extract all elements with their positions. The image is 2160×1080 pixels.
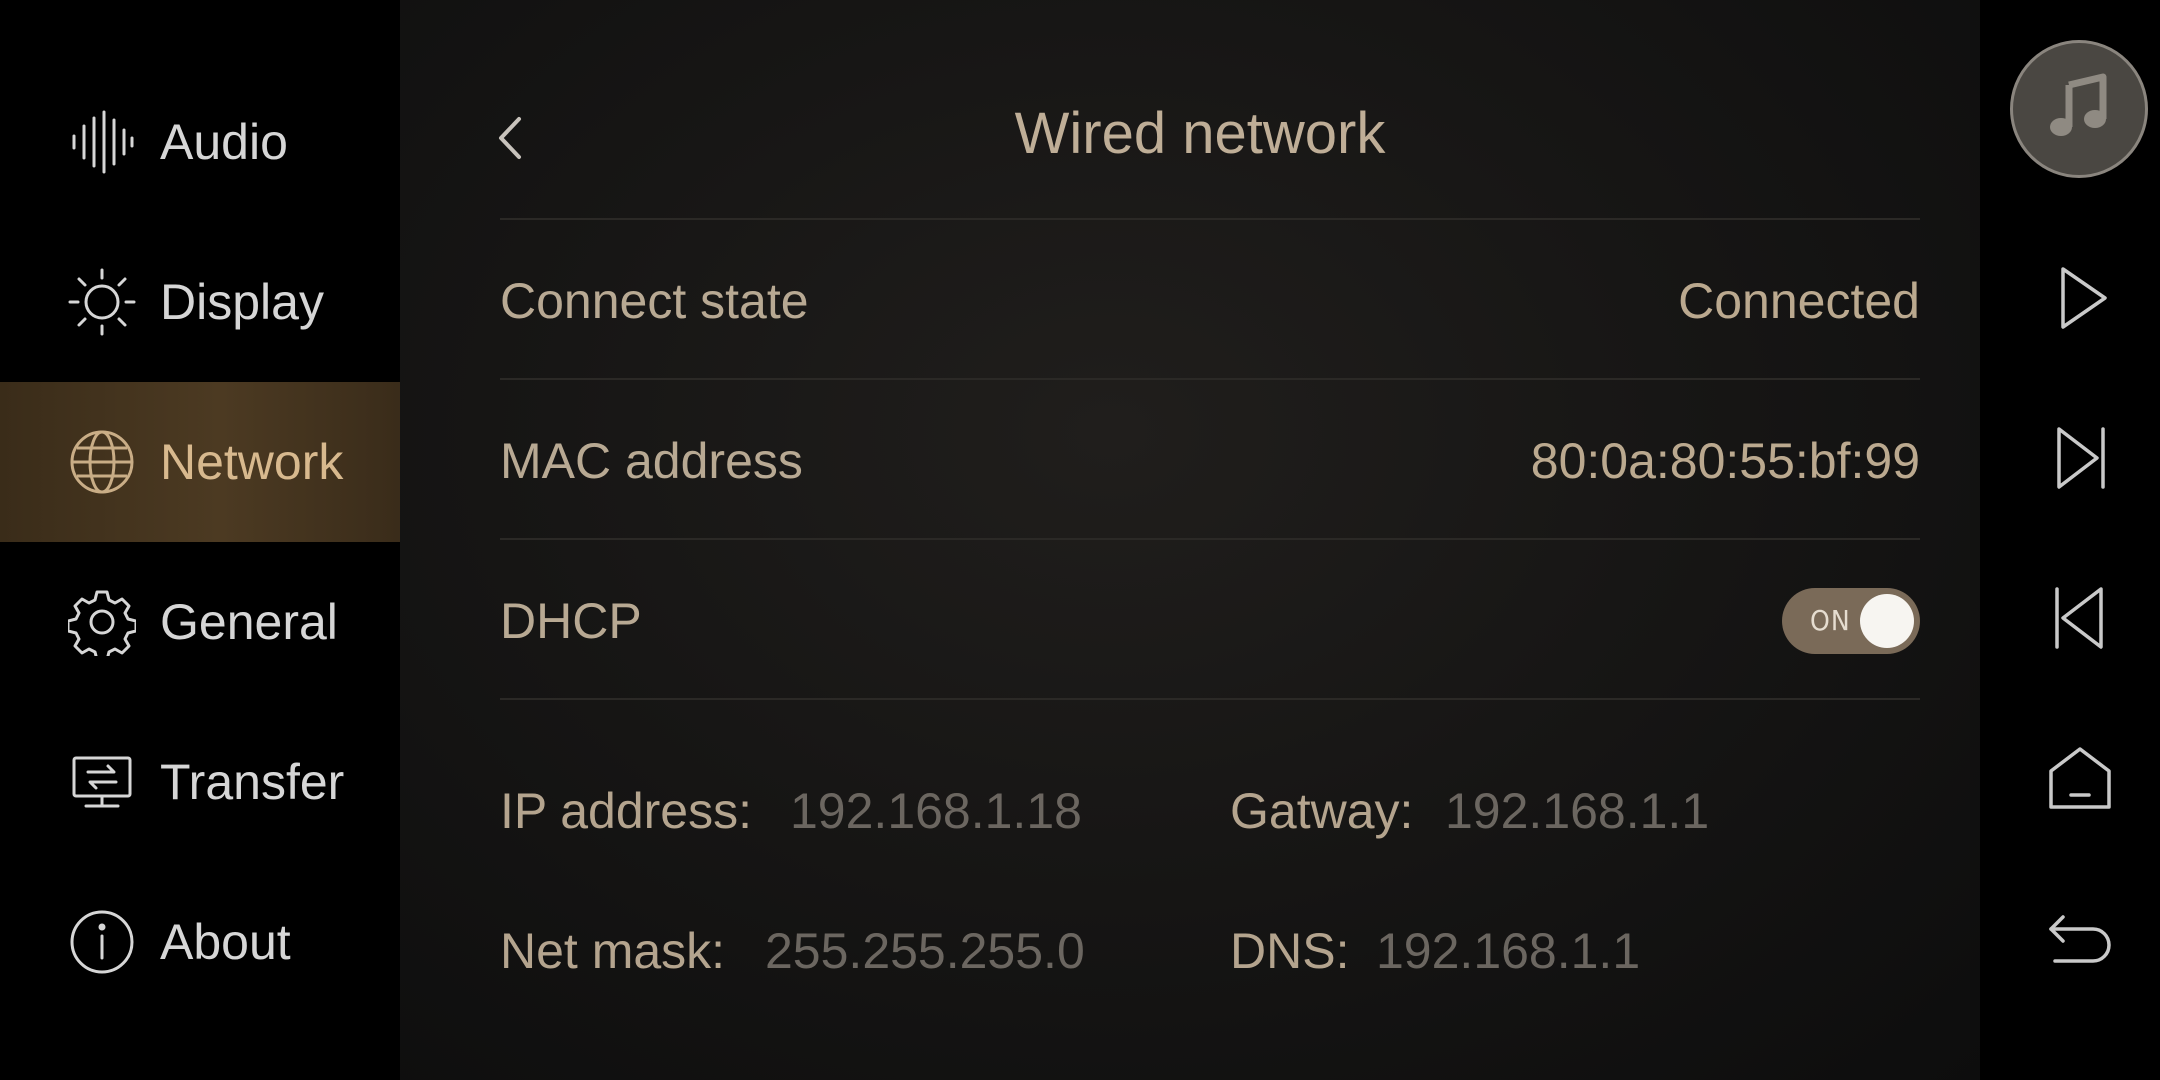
dns-value: 192.168.1.1 [1376, 923, 1641, 979]
sidebar-item-label: About [160, 914, 291, 970]
page-title: Wired network [1014, 101, 1386, 166]
dhcp-toggle[interactable]: ON [1782, 588, 1920, 654]
previous-track-icon [2045, 583, 2115, 658]
next-track-icon [2045, 423, 2115, 498]
previous-track-button[interactable] [2040, 580, 2120, 660]
back-return-icon [2045, 903, 2115, 978]
sidebar-item-label: Display [160, 274, 324, 330]
sun-icon [68, 268, 136, 336]
sidebar-item-audio[interactable]: Audio [0, 62, 400, 222]
ip-address-value: 192.168.1.18 [790, 783, 1082, 839]
mac-address-value: 80:0a:80:55:bf:99 [1530, 433, 1920, 489]
next-track-button[interactable] [2040, 420, 2120, 500]
sidebar-item-label: General [160, 594, 338, 650]
sidebar-item-transfer[interactable]: Transfer [0, 702, 400, 862]
dhcp-label: DHCP [500, 593, 642, 649]
sidebar-item-network[interactable]: Network [0, 382, 400, 542]
play-icon [2045, 263, 2115, 338]
info-icon [68, 908, 136, 976]
sidebar-item-display[interactable]: Display [0, 222, 400, 382]
sidebar-item-general[interactable]: General [0, 542, 400, 702]
divider [500, 538, 1920, 540]
sidebar-item-about[interactable]: About [0, 862, 400, 1022]
audio-waveform-icon [68, 108, 136, 176]
ip-address-label: IP address: [500, 783, 753, 839]
home-button[interactable] [2040, 740, 2120, 820]
transfer-monitor-icon [68, 748, 136, 816]
return-button[interactable] [2040, 900, 2120, 980]
gear-icon [68, 588, 136, 656]
net-mask-label: Net mask: [500, 923, 726, 979]
dns-label: DNS: [1230, 923, 1350, 979]
play-button[interactable] [2040, 260, 2120, 340]
toggle-knob [1860, 594, 1914, 648]
divider [500, 218, 1920, 220]
connect-state-label: Connect state [500, 273, 809, 329]
divider [500, 698, 1920, 700]
connect-state-value: Connected [1678, 273, 1920, 329]
toggle-state-text: ON [1810, 604, 1851, 637]
home-icon [2045, 743, 2115, 818]
sidebar-item-label: Network [160, 434, 344, 490]
gateway-label: Gatway: [1230, 783, 1414, 839]
divider [500, 378, 1920, 380]
net-mask-value: 255.255.255.0 [765, 923, 1085, 979]
sidebar-item-label: Audio [160, 114, 288, 170]
globe-icon [68, 428, 136, 496]
gateway-value: 192.168.1.1 [1445, 783, 1710, 839]
mac-address-label: MAC address [500, 433, 803, 489]
music-note-icon [2043, 71, 2115, 148]
sidebar-item-label: Transfer [160, 754, 345, 810]
now-playing-button[interactable] [2010, 40, 2148, 178]
